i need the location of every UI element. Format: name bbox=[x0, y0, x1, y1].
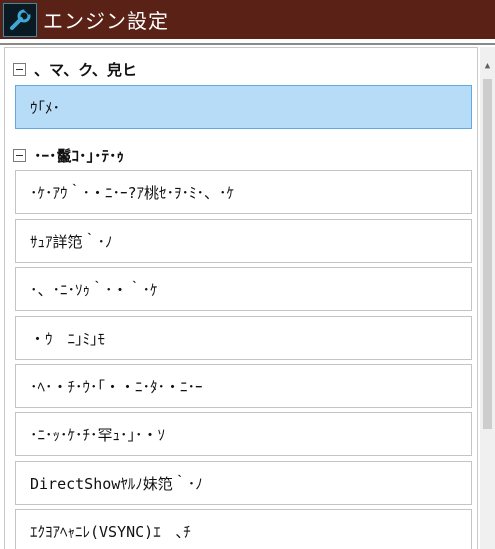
scroll-thumb[interactable] bbox=[483, 79, 492, 429]
group-header-1[interactable]: 、マ、ク、皃ヒ bbox=[11, 58, 137, 80]
list-item[interactable]: DirectShowﾔﾙﾉ妹笵｀･ﾉ bbox=[15, 461, 472, 505]
scroll-up-arrow-icon[interactable]: ▲ bbox=[482, 61, 493, 72]
item-label: ｴｸﾖｱﾍｬﾆﾚ(VSYNC)ｴ ､ﾁ bbox=[30, 522, 191, 541]
item-label: ･ｹ･ｱｳ｀･・ﾆ･ｰ?ｱ桃ｾ･ｦ･ﾐ･、･ｹ bbox=[30, 183, 235, 202]
list-item-selected[interactable]: ｳ｢ﾒ･ bbox=[15, 85, 472, 129]
list-item[interactable]: ･ﾆ･ｯ･ｹ･ﾁ･罕ｭ･｣･・ｿ bbox=[15, 412, 472, 456]
item-label: ･、･ﾆ･ｿｩ｀･・｀･ｹ bbox=[30, 280, 158, 299]
window-title: エンジン設定 bbox=[43, 9, 169, 33]
list-item[interactable]: ｴｸﾖｱﾍｬﾆﾚ(VSYNC)ｴ ､ﾁ bbox=[15, 509, 472, 549]
group-label: ･ｰ･鬣ｺ･｣･ﾃ･ｩ bbox=[34, 146, 125, 165]
item-label: ・ｳ ﾆ｣ﾐ｣ﾓ bbox=[30, 329, 106, 348]
item-label: ･ﾆ･ｯ･ｹ･ﾁ･罕ｭ･｣･・ｿ bbox=[30, 425, 166, 444]
group-label: 、マ、ク、皃ヒ bbox=[34, 60, 137, 79]
list-item[interactable]: ･ﾍ･・ﾁ･ｳ･｢・・ﾆ･ﾀ･・ﾆ･ｰ bbox=[15, 364, 472, 408]
title-bar: エンジン設定 bbox=[0, 0, 495, 39]
item-label: ｻｭｱ詳笵｀･ﾉ bbox=[30, 232, 113, 251]
item-label: DirectShowﾔﾙﾉ妹笵｀･ﾉ bbox=[30, 474, 203, 493]
settings-list: 、マ、ク、皃ヒ ｳ｢ﾒ･ ･ｰ･鬣ｺ･｣･ﾃ･ｩ ･ｹ･ｱｳ｀･・ﾆ･ｰ?ｱ桃ｾ… bbox=[4, 47, 478, 549]
collapse-toggle-icon[interactable] bbox=[13, 62, 26, 76]
wrench-icon bbox=[3, 2, 37, 37]
item-label: ･ﾍ･・ﾁ･ｳ･｢・・ﾆ･ﾀ･・ﾆ･ｰ bbox=[30, 377, 203, 396]
list-item[interactable]: ・ｳ ﾆ｣ﾐ｣ﾓ bbox=[15, 316, 472, 360]
item-label: ｳ｢ﾒ･ bbox=[30, 98, 61, 117]
group-header-2[interactable]: ･ｰ･鬣ｺ･｣･ﾃ･ｩ bbox=[11, 144, 124, 166]
collapse-toggle-icon[interactable] bbox=[13, 148, 26, 162]
settings-panel: 、マ、ク、皃ヒ ｳ｢ﾒ･ ･ｰ･鬣ｺ･｣･ﾃ･ｩ ･ｹ･ｱｳ｀･・ﾆ･ｰ?ｱ桃ｾ… bbox=[0, 43, 495, 549]
list-item[interactable]: ･ｹ･ｱｳ｀･・ﾆ･ｰ?ｱ桃ｾ･ｦ･ﾐ･、･ｹ bbox=[15, 170, 472, 214]
list-item[interactable]: ｻｭｱ詳笵｀･ﾉ bbox=[15, 219, 472, 263]
list-item[interactable]: ･、･ﾆ･ｿｩ｀･・｀･ｹ bbox=[15, 267, 472, 311]
vertical-scrollbar[interactable]: ▲ bbox=[480, 47, 495, 549]
